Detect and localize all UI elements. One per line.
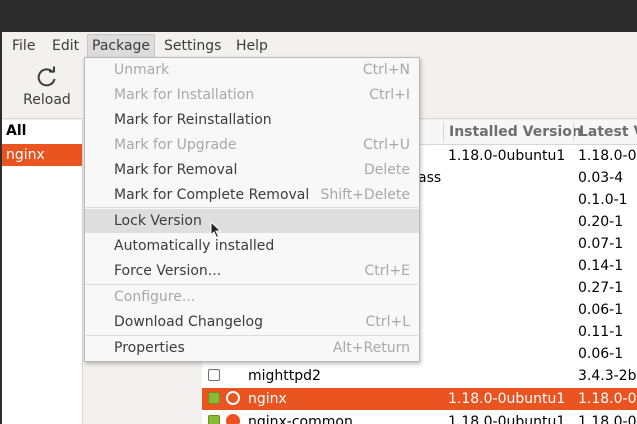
column-latest-version[interactable]: Latest V xyxy=(579,124,637,140)
menu-item-lock-version[interactable]: Lock Version xyxy=(85,209,419,233)
menu-item-automatically-installed[interactable]: Automatically installed xyxy=(85,234,419,258)
top-bar xyxy=(0,0,637,32)
menu-item-properties[interactable]: Properties Alt+Return xyxy=(85,336,419,360)
menu-settings[interactable]: Settings xyxy=(160,36,225,56)
menu-item-configure[interactable]: Configure... xyxy=(85,285,419,309)
menu-item-mark-for-removal[interactable]: Mark for Removal Delete xyxy=(85,158,419,182)
filter-header: All xyxy=(6,123,27,139)
table-row-selected[interactable]: nginx 1.18.0-0ubuntu1 1.18.0-0u xyxy=(202,388,637,410)
menu-help[interactable]: Help xyxy=(232,36,272,56)
reload-button[interactable]: Reload xyxy=(20,66,74,112)
ubuntu-icon xyxy=(226,414,240,424)
package-checkbox[interactable] xyxy=(208,392,220,404)
refresh-icon xyxy=(37,66,56,87)
table-row[interactable]: nginx-common 1.18.0-0ubuntu1 1.18.0-0u xyxy=(202,411,637,424)
reload-label: Reload xyxy=(23,92,71,108)
menu-item-mark-for-upgrade[interactable]: Mark for Upgrade Ctrl+U xyxy=(85,133,419,157)
menu-item-download-changelog[interactable]: Download Changelog Ctrl+L xyxy=(85,310,419,334)
menu-edit[interactable]: Edit xyxy=(48,36,83,56)
menu-package[interactable]: Package xyxy=(87,34,156,57)
column-installed-version[interactable]: Installed Version xyxy=(449,124,582,140)
menu-item-mark-for-complete-removal[interactable]: Mark for Complete Removal Shift+Delete xyxy=(85,183,419,207)
menu-item-force-version[interactable]: Force Version... Ctrl+E xyxy=(85,259,419,283)
table-row[interactable]: mighttpd2 3.4.3-2bu xyxy=(202,365,637,387)
package-checkbox[interactable] xyxy=(208,369,220,381)
menu-item-mark-for-reinstallation[interactable]: Mark for Reinstallation xyxy=(85,108,419,132)
filter-item-nginx[interactable]: nginx xyxy=(2,144,82,166)
menu-bar: File Edit Package Settings Help xyxy=(2,32,637,58)
ubuntu-icon xyxy=(226,391,240,405)
package-checkbox[interactable] xyxy=(208,415,220,424)
menu-file[interactable]: File xyxy=(8,36,39,56)
menu-item-mark-for-installation[interactable]: Mark for Installation Ctrl+I xyxy=(85,83,419,107)
menu-separator xyxy=(86,207,418,208)
filter-panel: All nginx xyxy=(2,120,83,424)
menu-item-unmark[interactable]: Unmark Ctrl+N xyxy=(85,58,419,82)
column-separator xyxy=(443,122,444,142)
column-separator xyxy=(573,122,574,142)
mouse-pointer-icon xyxy=(210,221,222,239)
package-menu: Unmark Ctrl+N Mark for Installation Ctrl… xyxy=(84,57,420,362)
